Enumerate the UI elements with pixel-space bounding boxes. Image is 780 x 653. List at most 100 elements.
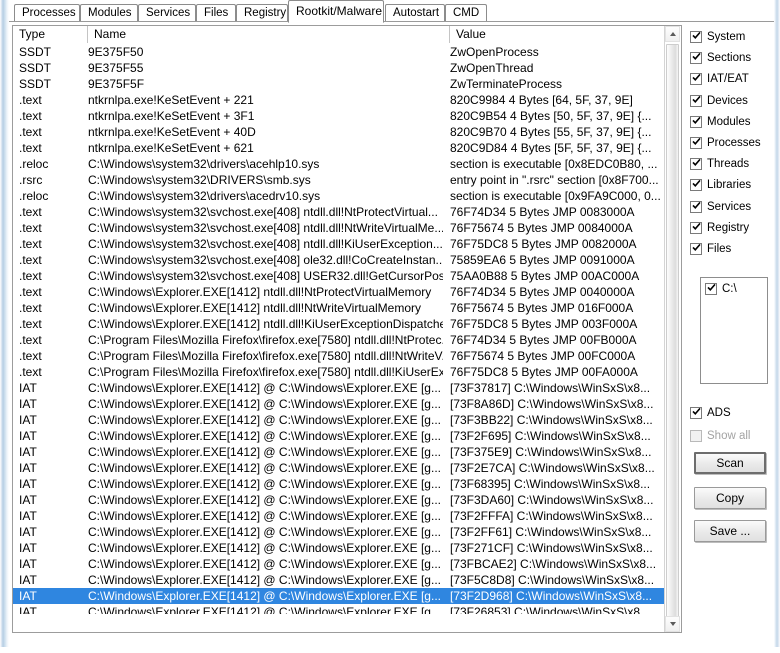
listview-rows-container[interactable]: SSDT 9E375F50 ZwOpenProcess SSDT 9E375F55 ZwO… (13, 44, 665, 614)
cell-value: [73F26853] C:\Windows\WinSxS\x8... (450, 605, 651, 614)
table-row[interactable]: IAT C:\Windows\Explorer.EXE[1412] @ C:\Wi… (13, 524, 665, 540)
table-row[interactable]: SSDT 9E375F55 ZwOpenThread (13, 60, 665, 76)
checkbox-label: Services (707, 200, 752, 213)
table-row[interactable]: .text ntkrnlpa.exe!KeSetEvent + 621 820C9D… (13, 140, 665, 156)
cell-name: C:\Windows\system32\drivers\acehlp10.sys (88, 157, 320, 171)
column-header-value[interactable]: Value (450, 26, 665, 43)
table-row[interactable]: .text C:\Windows\system32\svchost.exe[408… (13, 252, 665, 268)
table-row[interactable]: .reloc C:\Windows\system32\drivers\acedrv… (13, 188, 665, 204)
scroll-down-button[interactable] (665, 616, 680, 632)
tab-cmd[interactable]: CMD (445, 4, 487, 22)
table-row[interactable]: IAT C:\Windows\Explorer.EXE[1412] @ C:\Wi… (13, 428, 665, 444)
cell-name: 9E375F50 (88, 45, 144, 59)
window-frame-left-edge (0, 0, 9, 653)
tab-bar-underline (9, 21, 774, 22)
table-row[interactable]: .text C:\Program Files\Mozilla Firefox\fi… (13, 348, 665, 364)
cell-type: SSDT (19, 61, 52, 75)
cell-value: [73F2E7CA] C:\Windows\WinSxS\x8... (450, 461, 655, 475)
cell-type: IAT (19, 381, 37, 395)
cell-name: C:\Windows\Explorer.EXE[1412] @ C:\Windo… (88, 605, 441, 614)
checkbox-label: Libraries (707, 179, 752, 192)
cell-name: C:\Windows\system32\svchost.exe[408] ntd… (88, 221, 443, 235)
scrollbar-thumb[interactable] (666, 44, 679, 629)
table-row[interactable]: .text C:\Windows\system32\svchost.exe[408… (13, 236, 665, 252)
table-row[interactable]: .rsrc C:\Windows\system32\DRIVERS\smb.sys… (13, 172, 665, 188)
cell-type: SSDT (19, 45, 52, 59)
table-row[interactable]: SSDT 9E375F50 ZwOpenProcess (13, 44, 665, 60)
checkbox-box-icon (690, 52, 702, 65)
save-button[interactable]: Save ... (694, 520, 766, 542)
cell-value: entry point in ".rsrc" section [0x8F700.… (450, 173, 659, 187)
table-row[interactable]: .text C:\Windows\system32\svchost.exe[408… (13, 268, 665, 284)
cell-name: C:\Windows\Explorer.EXE[1412] @ C:\Windo… (88, 381, 441, 395)
cell-type: .rsrc (19, 173, 43, 187)
drive-label: C:\ (722, 283, 737, 295)
tab-autostart[interactable]: Autostart (385, 4, 445, 22)
table-row[interactable]: .text ntkrnlpa.exe!KeSetEvent + 40D 820C9B… (13, 124, 665, 140)
scan-button[interactable]: Scan (694, 452, 766, 474)
tab-processes[interactable]: Processes (14, 4, 80, 22)
table-row[interactable]: IAT C:\Windows\Explorer.EXE[1412] @ C:\Wi… (13, 556, 665, 572)
table-row[interactable]: .text C:\Windows\Explorer.EXE[1412] ntdll… (13, 284, 665, 300)
cell-name: C:\Windows\system32\drivers\acedrv10.sys (88, 189, 321, 203)
checkbox-label: Devices (707, 94, 748, 107)
table-row[interactable]: .text C:\Windows\system32\svchost.exe[408… (13, 204, 665, 220)
vertical-scrollbar[interactable] (664, 26, 681, 632)
cell-name: C:\Windows\Explorer.EXE[1412] @ C:\Windo… (88, 445, 441, 459)
column-header-name[interactable]: Name (88, 26, 450, 43)
checkbox-box-icon (690, 158, 702, 171)
tab-bar: Processes Modules Services Files Registry Roo… (9, 0, 774, 23)
table-row[interactable]: .text ntkrnlpa.exe!KeSetEvent + 221 820C99… (13, 92, 665, 108)
cell-type: .text (19, 285, 42, 299)
tab-services[interactable]: Services (138, 4, 196, 22)
cell-value: section is executable [0x8EDC0B80, ... (450, 157, 658, 171)
table-row[interactable]: SSDT 9E375F5F ZwTerminateProcess (13, 76, 665, 92)
cell-value: [73F3DA60] C:\Windows\WinSxS\x8... (450, 493, 654, 507)
checkbox-label: Files (707, 243, 732, 255)
checkbox-box-icon (690, 115, 702, 128)
table-row[interactable]: IAT C:\Windows\Explorer.EXE[1412] @ C:\Wi… (13, 444, 665, 460)
cell-type: .text (19, 317, 42, 331)
cell-type: IAT (19, 429, 37, 443)
cell-type: .reloc (19, 157, 49, 171)
tab-registry[interactable]: Registry (236, 4, 288, 22)
table-row[interactable]: IAT C:\Windows\Explorer.EXE[1412] @ C:\Wi… (13, 492, 665, 508)
tab-rootkit-malware[interactable]: Rootkit/Malware (288, 0, 384, 23)
cell-type: SSDT (19, 77, 52, 91)
tab-files[interactable]: Files (196, 4, 236, 22)
cell-value: ZwOpenProcess (450, 45, 539, 59)
cell-value: 76F75DC8 5 Bytes JMP 0082000A (450, 237, 637, 251)
cell-name: ntkrnlpa.exe!KeSetEvent + 621 (88, 141, 254, 155)
table-row[interactable]: IAT C:\Windows\Explorer.EXE[1412] @ C:\Wi… (13, 412, 665, 428)
tab-modules[interactable]: Modules (80, 4, 138, 22)
cell-type: .reloc (19, 189, 49, 203)
column-header-type[interactable]: Type (13, 26, 88, 43)
cell-value: 76F74D34 5 Bytes JMP 00FB000A (450, 333, 637, 347)
table-row[interactable]: IAT C:\Windows\Explorer.EXE[1412] @ C:\Wi… (13, 508, 665, 524)
table-row[interactable]: .text ntkrnlpa.exe!KeSetEvent + 3F1 820C9B… (13, 108, 665, 124)
table-row[interactable]: .text C:\Program Files\Mozilla Firefox\fi… (13, 332, 665, 348)
drive-selection-list[interactable]: C:\ (700, 277, 768, 384)
table-row[interactable]: IAT C:\Windows\Explorer.EXE[1412] @ C:\Wi… (13, 476, 665, 492)
table-row[interactable]: IAT C:\Windows\Explorer.EXE[1412] @ C:\Wi… (13, 588, 665, 604)
cell-name: ntkrnlpa.exe!KeSetEvent + 40D (88, 125, 256, 139)
table-row[interactable]: .text C:\Windows\system32\svchost.exe[408… (13, 220, 665, 236)
cell-value: 76F74D34 5 Bytes JMP 0083000A (450, 205, 635, 219)
table-row[interactable]: .text C:\Windows\Explorer.EXE[1412] ntdll… (13, 300, 665, 316)
checkbox-box-icon (690, 407, 702, 419)
table-row[interactable]: .reloc C:\Windows\system32\drivers\acehlp… (13, 156, 665, 172)
cell-value: 76F75674 5 Bytes JMP 016F000A (450, 301, 634, 315)
copy-button[interactable]: Copy (694, 487, 766, 509)
cell-type: IAT (19, 493, 37, 507)
table-row[interactable]: IAT C:\Windows\Explorer.EXE[1412] @ C:\Wi… (13, 396, 665, 412)
table-row[interactable]: IAT C:\Windows\Explorer.EXE[1412] @ C:\Wi… (13, 604, 665, 614)
scroll-up-button[interactable] (665, 26, 680, 42)
table-row[interactable]: .text C:\Program Files\Mozilla Firefox\fi… (13, 364, 665, 380)
table-row[interactable]: IAT C:\Windows\Explorer.EXE[1412] @ C:\Wi… (13, 460, 665, 476)
table-row[interactable]: IAT C:\Windows\Explorer.EXE[1412] @ C:\Wi… (13, 540, 665, 556)
table-row[interactable]: .text C:\Windows\Explorer.EXE[1412] ntdll… (13, 316, 665, 332)
table-row[interactable]: IAT C:\Windows\Explorer.EXE[1412] @ C:\Wi… (13, 380, 665, 396)
table-row[interactable]: IAT C:\Windows\Explorer.EXE[1412] @ C:\Wi… (13, 572, 665, 588)
cell-name: C:\Windows\Explorer.EXE[1412] @ C:\Windo… (88, 589, 441, 603)
checkbox-label: ADS (707, 407, 731, 419)
